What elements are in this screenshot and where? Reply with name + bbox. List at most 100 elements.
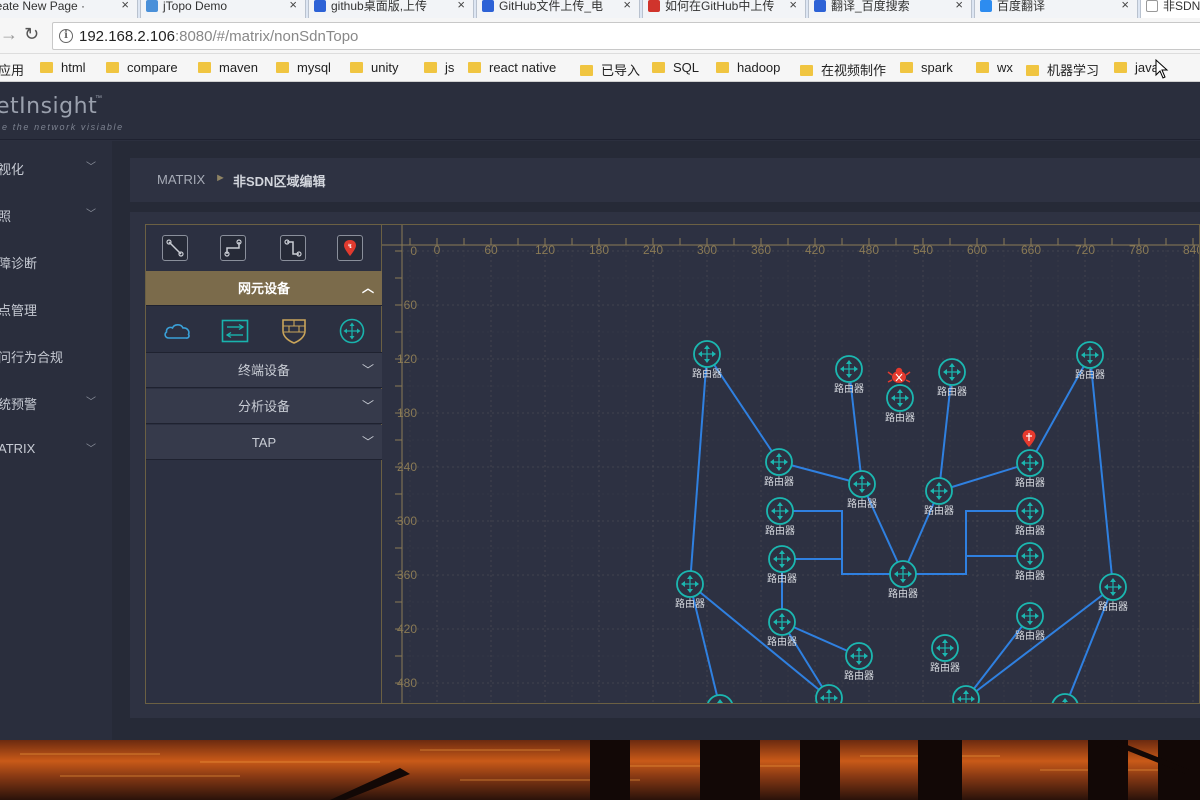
- router-node[interactable]: 路由器: [847, 470, 877, 510]
- router-node[interactable]: 路由器: [1075, 341, 1105, 381]
- mouse-cursor-icon: [1155, 59, 1169, 79]
- site-info-icon[interactable]: i: [59, 29, 73, 43]
- bookmark-item[interactable]: spark: [900, 60, 953, 75]
- router-node[interactable]: 路由器: [888, 560, 918, 600]
- step-link-tool[interactable]: [280, 235, 306, 261]
- alarm-marker-tool[interactable]: ↯: [337, 235, 363, 261]
- router-node[interactable]: 路由器: [767, 608, 797, 648]
- browser-tab[interactable]: jTopo Demo ×: [140, 0, 306, 18]
- bookmark-item[interactable]: mysql: [276, 60, 331, 75]
- reload-icon[interactable]: ↻: [24, 24, 39, 45]
- browser-tab[interactable]: GitHub文件上传_电 ×: [476, 0, 640, 18]
- alert-bug-icon[interactable]: [887, 367, 911, 383]
- sidebar-item[interactable]: 照 ﹀: [0, 199, 112, 229]
- bookmark-item[interactable]: 机器学习: [1026, 60, 1099, 79]
- bookmark-item[interactable]: js: [424, 60, 454, 75]
- y-tick-label: 240: [397, 460, 417, 474]
- x-ruler: [382, 225, 1199, 245]
- router-node[interactable]: 路由器: [1015, 542, 1045, 582]
- y-tick-label: 300: [397, 514, 417, 528]
- router-node[interactable]: 路由器: [1050, 693, 1080, 704]
- bookmark-item[interactable]: maven: [198, 60, 258, 75]
- tab-close-icon[interactable]: ×: [623, 0, 631, 11]
- bookmark-item[interactable]: 在视频制作: [800, 60, 886, 79]
- bookmark-item[interactable]: SQL: [652, 60, 699, 75]
- router-node[interactable]: 路由器: [765, 497, 795, 537]
- address-bar[interactable]: i 192.168.2.106:8080/#/matrix/nonSdnTopo: [52, 22, 1200, 50]
- sidebar-item[interactable]: 点管理: [0, 293, 112, 323]
- section-analysis-devices[interactable]: 分析设备 ﹀: [146, 389, 382, 424]
- bookmark-item[interactable]: html: [40, 60, 86, 75]
- sidebar-item[interactable]: 障诊断: [0, 246, 112, 276]
- browser-tab[interactable]: github桌面版,上传 ×: [308, 0, 474, 18]
- router-node[interactable]: 路由器: [924, 477, 954, 517]
- bookmark-item[interactable]: wx: [976, 60, 1013, 75]
- sidebar-item[interactable]: 视化 ﹀: [0, 152, 112, 182]
- topology-link[interactable]: [689, 353, 708, 585]
- router-node[interactable]: 路由器: [675, 570, 705, 610]
- bookmark-item[interactable]: unity: [350, 60, 398, 75]
- router-node[interactable]: 路由器: [930, 634, 960, 674]
- tab-close-icon[interactable]: ×: [955, 0, 963, 11]
- router-node[interactable]: 路由器: [1015, 497, 1045, 537]
- router-node[interactable]: 路由器: [1098, 573, 1128, 613]
- straight-link-tool[interactable]: [162, 235, 188, 261]
- tab-close-icon[interactable]: ×: [457, 0, 465, 11]
- browser-tab[interactable]: 如何在GitHub中上传 ×: [642, 0, 806, 18]
- router-node[interactable]: 路由器: [834, 355, 864, 395]
- sidebar-item[interactable]: 统预警 ﹀: [0, 387, 112, 417]
- firewall-icon[interactable]: [279, 317, 309, 345]
- tab-close-icon[interactable]: ×: [1121, 0, 1129, 11]
- router-node[interactable]: 路由器: [764, 448, 794, 488]
- tab-close-icon[interactable]: ×: [789, 0, 797, 11]
- grid-lines: [395, 238, 1199, 703]
- browser-tab[interactable]: 非SDN: [1140, 0, 1200, 18]
- router-node[interactable]: 路由器: [885, 384, 915, 424]
- breadcrumb-root[interactable]: MATRIX: [157, 172, 205, 187]
- switch-icon[interactable]: [220, 317, 250, 345]
- router-node[interactable]: 路由器: [692, 340, 722, 380]
- bookmark-label: compare: [127, 60, 178, 75]
- forward-icon[interactable]: →: [0, 24, 18, 45]
- bookmark-item[interactable]: java: [1114, 60, 1159, 75]
- app-logo[interactable]: etInsight: [0, 94, 97, 119]
- sidebar-item[interactable]: 问行为合规: [0, 340, 112, 370]
- bookmark-item[interactable]: compare: [106, 60, 178, 75]
- alarm-pin-icon[interactable]: [1022, 430, 1036, 447]
- topology-link[interactable]: [689, 583, 830, 699]
- browser-tab[interactable]: Create New Page · ×: [0, 0, 138, 18]
- sidebar-item[interactable]: ATRIX ﹀: [0, 434, 112, 464]
- tab-close-icon[interactable]: ×: [121, 0, 129, 11]
- tab-close-icon[interactable]: ×: [289, 0, 297, 11]
- topology-canvas[interactable]: 0 60 120 180 240 300 360 420 480 540 600 660 720 780 8…: [382, 225, 1200, 704]
- cloud-icon[interactable]: [162, 317, 192, 345]
- bookmark-item[interactable]: react native: [468, 60, 556, 75]
- section-terminal-devices[interactable]: 终端设备 ﹀: [146, 353, 382, 388]
- bookmark-item[interactable]: hadoop: [716, 60, 780, 75]
- router-label: 路由器: [888, 587, 918, 600]
- router-node[interactable]: 路由器: [844, 642, 874, 682]
- x-tick-label: 480: [859, 243, 879, 257]
- topology-link[interactable]: [861, 483, 904, 575]
- router-node[interactable]: 路由器: [814, 684, 844, 704]
- topology-svg[interactable]: 0 60 120 180 240 300 360 420 480 540 600 660 720 780 8…: [382, 225, 1200, 704]
- tab-title: 百度翻译: [997, 0, 1046, 13]
- chevron-down-icon: ﹀: [361, 363, 374, 377]
- router-node[interactable]: 路由器: [951, 685, 981, 704]
- router-node[interactable]: 路由器: [1015, 449, 1045, 489]
- folder-icon: [40, 62, 53, 73]
- bookmark-item[interactable]: 已导入: [580, 60, 640, 79]
- bookmark-item[interactable]: 应用: [0, 60, 24, 79]
- router-node[interactable]: 路由器: [937, 358, 967, 398]
- section-tap[interactable]: TAP ﹀: [146, 425, 382, 460]
- router-node[interactable]: 路由器: [767, 545, 797, 585]
- topology-link[interactable]: [1089, 354, 1114, 588]
- elbow-link-tool[interactable]: [220, 235, 246, 261]
- browser-tab[interactable]: 百度翻译 ×: [974, 0, 1138, 18]
- section-network-devices[interactable]: 网元设备 ︿: [146, 271, 382, 306]
- router-icon[interactable]: [337, 317, 367, 345]
- url-text[interactable]: 192.168.2.106:8080/#/matrix/nonSdnTopo: [79, 28, 358, 45]
- router-node[interactable]: 路由器: [705, 694, 735, 704]
- browser-tab[interactable]: 翻译_百度搜索 ×: [808, 0, 972, 18]
- router-node[interactable]: 路由器: [1015, 602, 1045, 642]
